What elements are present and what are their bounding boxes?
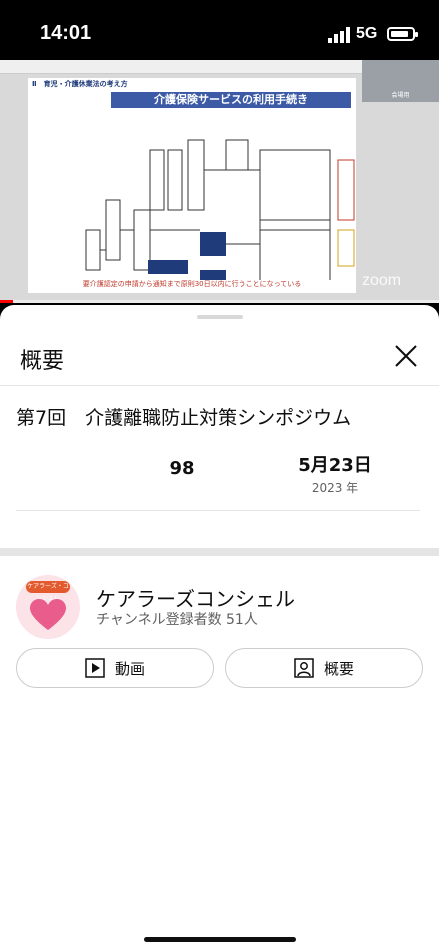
heart-icon	[30, 599, 66, 630]
section-separator	[0, 548, 439, 556]
presentation-slide: Ⅱ 育児・介護休業法の考え方 介護保険サービスの利用手続き 要介護認定の申請から…	[28, 78, 356, 293]
battery-icon	[387, 27, 418, 41]
divider	[0, 385, 439, 386]
slide-note: 要介護認定の申請から通知まで原則30日以内に行うことになっている	[82, 280, 302, 288]
likes-count: 98	[169, 458, 195, 479]
divider	[16, 510, 420, 511]
video-player[interactable]: Ⅱ 育児・介護休業法の考え方 介護保険サービスの利用手続き 要介護認定の申請から…	[0, 60, 439, 303]
upload-date: 5月23日	[298, 455, 372, 476]
likes-stat: 98	[150, 458, 214, 479]
close-icon[interactable]	[393, 343, 419, 369]
avatar-tag: ケアラーズ・コンシェル	[26, 581, 70, 602]
slide-flowchart	[85, 139, 355, 280]
signal-icon	[328, 27, 350, 43]
subscriber-count: チャンネル登録者数 51人	[96, 612, 258, 628]
play-icon	[85, 658, 105, 678]
speaker-label: 会場用	[391, 92, 410, 99]
home-indicator[interactable]	[144, 937, 296, 942]
slide-heading: Ⅱ 育児・介護休業法の考え方	[32, 80, 128, 88]
network-type: 5G	[356, 25, 378, 42]
zoom-watermark: zoom	[362, 272, 402, 289]
channel-avatar[interactable]: ケアラーズ・コンシェル	[16, 575, 80, 639]
person-icon	[294, 658, 314, 678]
sheet-drag-handle[interactable]	[197, 315, 243, 319]
slide-title: 介護保険サービスの利用手続き	[111, 92, 351, 108]
video-title: 第7回 介護離職防止対策シンポジウム	[16, 407, 352, 429]
channel-name[interactable]: ケアラーズコンシェル	[96, 583, 295, 612]
videos-button[interactable]: 動画	[16, 648, 214, 688]
upload-year: 2023 年	[311, 481, 359, 495]
sheet-title: 概要	[20, 349, 65, 374]
description-sheet: 概要 第7回 介護離職防止対策シンポジウム 98 5月23日 2023 年 ケア…	[0, 305, 439, 950]
video-progress-bar[interactable]	[0, 300, 439, 303]
video-progress-fill	[0, 300, 14, 303]
videos-button-label: 動画	[114, 659, 145, 678]
date-stat: 5月23日 2023 年	[285, 451, 385, 496]
status-time: 14:01	[40, 22, 92, 44]
about-button-label: 概要	[323, 659, 354, 678]
status-bar: 14:01 5G	[0, 0, 439, 60]
about-button[interactable]: 概要	[225, 648, 423, 688]
